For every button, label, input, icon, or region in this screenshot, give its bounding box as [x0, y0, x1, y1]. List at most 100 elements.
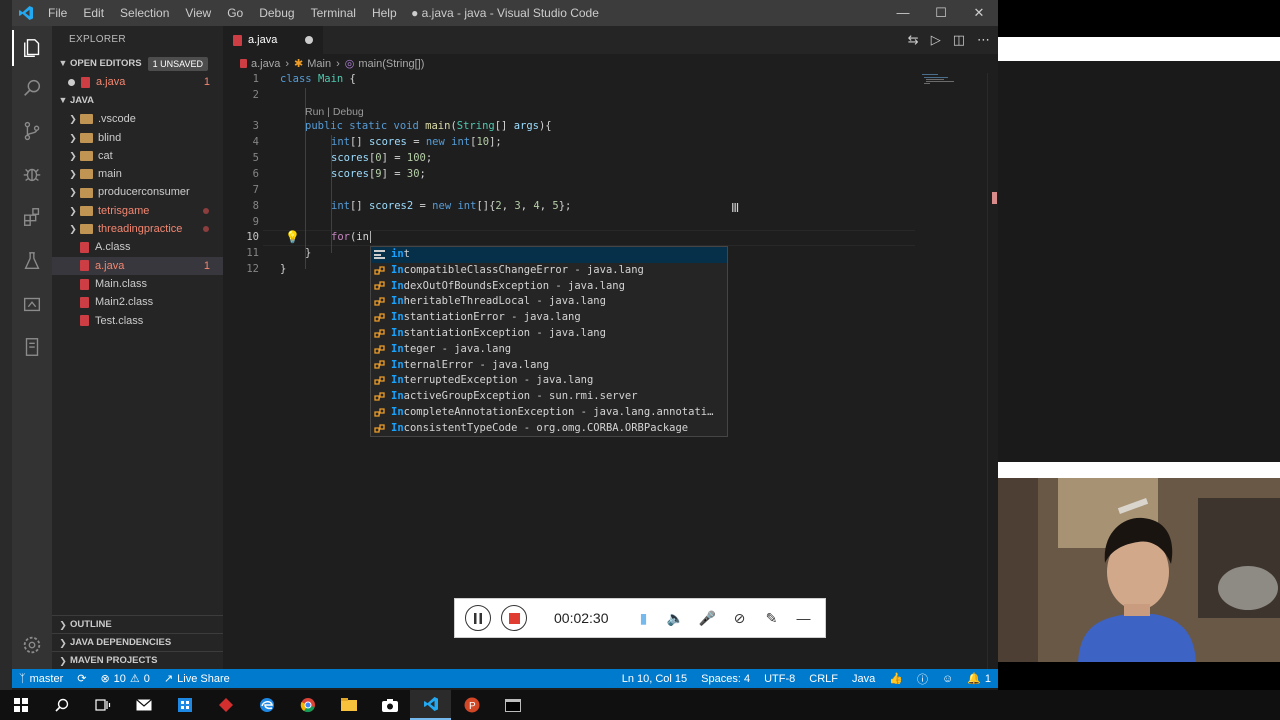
run-icon[interactable]: ▷ — [931, 32, 941, 48]
menu-file[interactable]: File — [40, 0, 75, 26]
menu-help[interactable]: Help — [364, 0, 405, 26]
breadcrumb-file[interactable]: a.java — [251, 58, 280, 70]
tree-folder-vscode[interactable]: ❯ .vscode — [52, 110, 223, 128]
notifications[interactable]: 🔔 1 — [960, 672, 998, 686]
maven-projects-section[interactable]: ❯ MAVEN PROJECTS — [52, 651, 223, 669]
store-icon[interactable] — [164, 690, 205, 720]
problems-indicator[interactable]: ⊗ 10 ⚠ 0 — [93, 672, 156, 686]
start-windows-icon[interactable] — [0, 690, 41, 720]
webcam-off-icon[interactable]: ⊘ — [731, 609, 749, 627]
tree-file-main2-class[interactable]: Main2.class — [52, 293, 223, 311]
maximize-icon[interactable]: ☐ — [922, 0, 960, 26]
menu-debug[interactable]: Debug — [251, 0, 302, 26]
minimize-toolbar-icon[interactable]: — — [795, 609, 813, 627]
menu-go[interactable]: Go — [219, 0, 251, 26]
close-icon[interactable]: ✕ — [960, 0, 998, 26]
suggestion-item[interactable]: In compatibleClassChangeError - java.lang — [371, 263, 727, 279]
pause-button[interactable] — [465, 605, 491, 631]
terminal-icon[interactable] — [492, 690, 533, 720]
line-ending[interactable]: CRLF — [802, 673, 845, 685]
settings-gear-icon[interactable] — [12, 627, 52, 663]
source-control-icon[interactable] — [12, 113, 52, 149]
open-editor-item[interactable]: a.java 1 — [52, 73, 223, 91]
java-folder-section[interactable]: ▼ JAVA — [52, 91, 223, 110]
language-mode[interactable]: Java — [845, 673, 882, 685]
suggestion-item[interactable]: In stantiationError - java.lang — [371, 310, 727, 326]
explorer-icon[interactable] — [12, 30, 52, 66]
debug-icon[interactable] — [12, 156, 52, 192]
suggestion-item[interactable]: In completeAnnotationException - java.lan… — [371, 405, 727, 421]
open-editors-section[interactable]: ▼ OPEN EDITORS 1 UNSAVED — [52, 54, 223, 73]
powerpoint-icon[interactable]: P — [451, 690, 492, 720]
info-icon[interactable]: ⓘ — [910, 671, 935, 687]
task-view-icon[interactable] — [82, 690, 123, 720]
edge-browser-icon[interactable] — [246, 690, 287, 720]
encoding[interactable]: UTF-8 — [757, 673, 802, 685]
suggestion-item[interactable]: In activeGroupException - sun.rmi.server — [371, 389, 727, 405]
suggestion-item[interactable]: In heritableThreadLocal - java.lang — [371, 294, 727, 310]
search-icon[interactable] — [12, 70, 52, 106]
outline-section[interactable]: ❯ OUTLINE — [52, 615, 223, 633]
breadcrumb-method[interactable]: main(String[]) — [358, 58, 424, 70]
menu-terminal[interactable]: Terminal — [303, 0, 364, 26]
test-flask-icon[interactable] — [12, 243, 52, 279]
tree-folder-main[interactable]: ❯ main — [52, 165, 223, 183]
suggestion-item[interactable]: In consistentTypeCode - org.omg.CORBA.ORB… — [371, 421, 727, 437]
stop-button[interactable] — [501, 605, 527, 631]
live-share-button[interactable]: ↗ Live Share — [157, 672, 237, 686]
live-share-icon[interactable] — [12, 286, 52, 322]
chrome-browser-icon[interactable] — [287, 690, 328, 720]
microphone-icon[interactable]: 🎤 — [699, 609, 717, 627]
unsaved-dot-icon[interactable] — [305, 36, 313, 44]
suggestion-item[interactable]: In teger - java.lang — [371, 342, 727, 358]
tree-folder-blind[interactable]: ❯ blind — [52, 129, 223, 147]
vscode-taskbar-icon[interactable] — [410, 690, 451, 720]
tree-folder-threadingpractice[interactable]: ❯ threadingpractice — [52, 220, 223, 238]
extensions-icon[interactable] — [12, 199, 52, 235]
search-icon[interactable] — [41, 690, 82, 720]
minimize-icon[interactable]: — — [884, 0, 922, 26]
tree-folder-producerconsumer[interactable]: ❯ producerconsumer — [52, 183, 223, 201]
tree-file-main-class[interactable]: Main.class — [52, 275, 223, 293]
sync-button[interactable]: ⟳ — [70, 672, 93, 685]
split-editor-icon[interactable]: ◫ — [953, 32, 965, 48]
thumbs-up-icon[interactable]: 👍 — [882, 672, 910, 685]
tree-folder-cat[interactable]: ❯ cat — [52, 147, 223, 165]
minimap[interactable] — [920, 72, 986, 92]
lightbulb-icon[interactable]: 💡 — [285, 230, 300, 244]
game-app-icon[interactable] — [205, 690, 246, 720]
suggestion-item[interactable]: in t — [371, 247, 727, 263]
java-dependencies-section[interactable]: ❯ JAVA DEPENDENCIES — [52, 633, 223, 651]
menu-edit[interactable]: Edit — [75, 0, 112, 26]
breadcrumb-class[interactable]: Main — [307, 58, 331, 70]
suggestion-item[interactable]: In stantiationException - java.lang — [371, 326, 727, 342]
speaker-icon[interactable]: 🔈 — [667, 609, 685, 627]
remote-explorer-icon[interactable] — [12, 329, 52, 365]
menu-view[interactable]: View — [177, 0, 219, 26]
file-explorer-icon[interactable] — [328, 690, 369, 720]
suggestion-item[interactable]: In ternalError - java.lang — [371, 358, 727, 374]
tree-file-a-class[interactable]: A.class — [52, 238, 223, 256]
cursor-position[interactable]: Ln 10, Col 15 — [615, 673, 694, 685]
codelens-run-debug[interactable]: Run | Debug — [305, 106, 364, 118]
tab-a-java[interactable]: a.java — [223, 26, 323, 54]
mail-icon[interactable] — [123, 690, 164, 720]
git-branch[interactable]: ᛉ master — [12, 673, 70, 685]
vertical-scrollbar[interactable] — [987, 73, 998, 669]
tree-folder-tetrisgame[interactable]: ❯ tetrisgame — [52, 202, 223, 220]
screen-recorder-toolbar: 00:02:30 ▮ 🔈 🎤 ⊘ ✎ — — [454, 598, 826, 638]
line-number: 9 — [252, 216, 259, 228]
tree-file-test-class[interactable]: Test.class — [52, 312, 223, 330]
pen-draw-icon[interactable]: ✎ — [763, 609, 781, 627]
tree-file-a-java[interactable]: a.java 1 — [52, 256, 223, 275]
unsaved-dot-icon[interactable] — [68, 78, 75, 86]
feedback-smiley-icon[interactable]: ☺ — [935, 673, 960, 685]
suggestion-item[interactable]: In dexOutOfBoundsException - java.lang — [371, 279, 727, 295]
indentation[interactable]: Spaces: 4 — [694, 673, 757, 685]
camera-app-icon[interactable] — [369, 690, 410, 720]
menu-selection[interactable]: Selection — [112, 0, 177, 26]
code-line-5: scores[0] = 100; — [331, 152, 433, 164]
more-actions-icon[interactable]: ⋯ — [977, 32, 990, 48]
open-changes-icon[interactable]: ⇆ — [908, 32, 919, 48]
suggestion-item[interactable]: In terruptedException - java.lang — [371, 373, 727, 389]
